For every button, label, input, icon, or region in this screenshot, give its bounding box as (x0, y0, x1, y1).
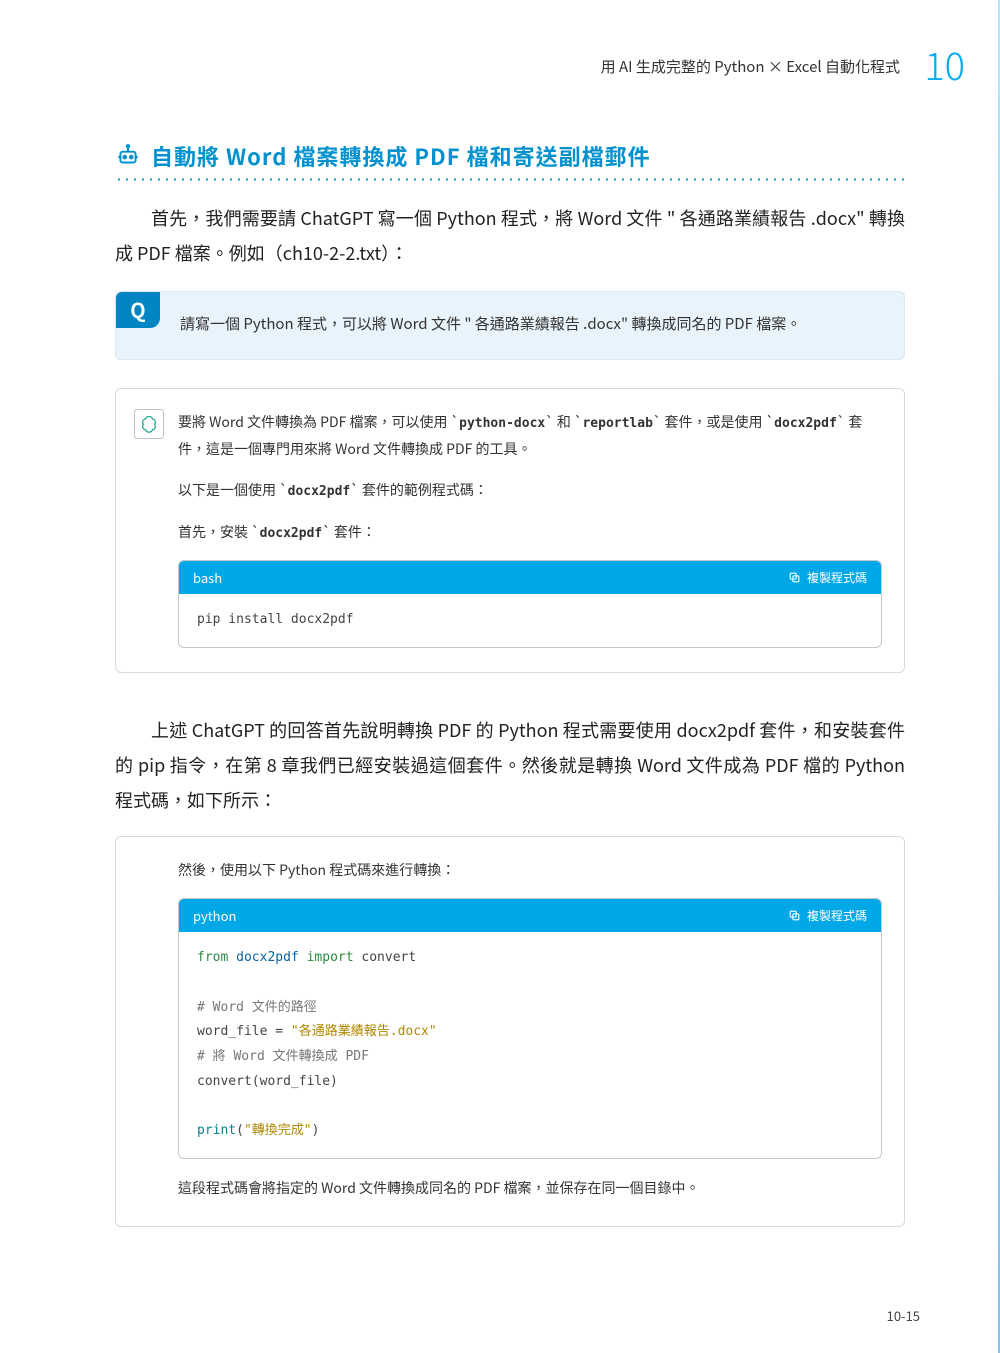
q-badge: Q (116, 292, 160, 328)
chatgpt-logo-icon (134, 409, 164, 439)
answer2-footer: 這段程式碼會將指定的 Word 文件轉換成同名的 PDF 檔案，並保存在同一個目… (178, 1175, 882, 1202)
copy-icon (788, 909, 801, 922)
answer1-line1: 要將 Word 文件轉換為 PDF 檔案，可以使用 `python-docx` … (178, 409, 882, 464)
prompt-text: 請寫一個 Python 程式，可以將 Word 文件 " 各通路業績報告 .do… (180, 313, 801, 334)
prompt-box: Q 請寫一個 Python 程式，可以將 Word 文件 " 各通路業績報告 .… (115, 291, 905, 360)
copy-label: 複製程式碼 (807, 569, 867, 586)
page-number: 10-15 (887, 1306, 920, 1325)
code-header: bash 複製程式碼 (179, 561, 881, 594)
code-content: from docx2pdf import convert # Word 文件的路… (179, 932, 881, 1158)
page: 用 AI 生成完整的 Python × Excel 自動化程式 10 自動將 W… (0, 0, 1000, 1353)
robot-icon (115, 143, 141, 169)
code-content: pip install docx2pdf (179, 594, 881, 647)
code-header: python 複製程式碼 (179, 899, 881, 932)
chapter-number: 10 (924, 36, 965, 91)
answer1-line3: 首先，安裝 `docx2pdf` 套件： (178, 519, 882, 546)
code-block-bash: bash 複製程式碼 pip install docx2pdf (178, 560, 882, 648)
code-block-python: python 複製程式碼 from docx2pdf import conver… (178, 898, 882, 1159)
content-area: 自動將 Word 檔案轉換成 PDF 檔和寄送副檔郵件 首先，我們需要請 Cha… (0, 40, 1000, 1227)
copy-icon (788, 571, 801, 584)
mid-paragraph: 上述 ChatGPT 的回答首先說明轉換 PDF 的 Python 程式需要使用… (115, 713, 905, 818)
copy-code-button[interactable]: 複製程式碼 (788, 569, 867, 586)
running-head: 用 AI 生成完整的 Python × Excel 自動化程式 (601, 56, 900, 77)
answer1-line2: 以下是一個使用 `docx2pdf` 套件的範例程式碼： (178, 477, 882, 504)
section-heading-row: 自動將 Word 檔案轉換成 PDF 檔和寄送副檔郵件 (115, 140, 905, 172)
copy-code-button[interactable]: 複製程式碼 (788, 907, 867, 924)
copy-label: 複製程式碼 (807, 907, 867, 924)
code-lang-label: python (193, 906, 236, 925)
code-lang-label: bash (193, 568, 222, 587)
dotted-divider (115, 178, 905, 181)
answer2-intro: 然後，使用以下 Python 程式碼來進行轉換： (178, 857, 882, 884)
answer-card-2: 然後，使用以下 Python 程式碼來進行轉換： python 複製程式碼 fr… (115, 836, 905, 1227)
section-title: 自動將 Word 檔案轉換成 PDF 檔和寄送副檔郵件 (151, 140, 651, 172)
intro-paragraph: 首先，我們需要請 ChatGPT 寫一個 Python 程式，將 Word 文件… (115, 201, 905, 271)
answer-card-1: 要將 Word 文件轉換為 PDF 檔案，可以使用 `python-docx` … (115, 388, 905, 673)
